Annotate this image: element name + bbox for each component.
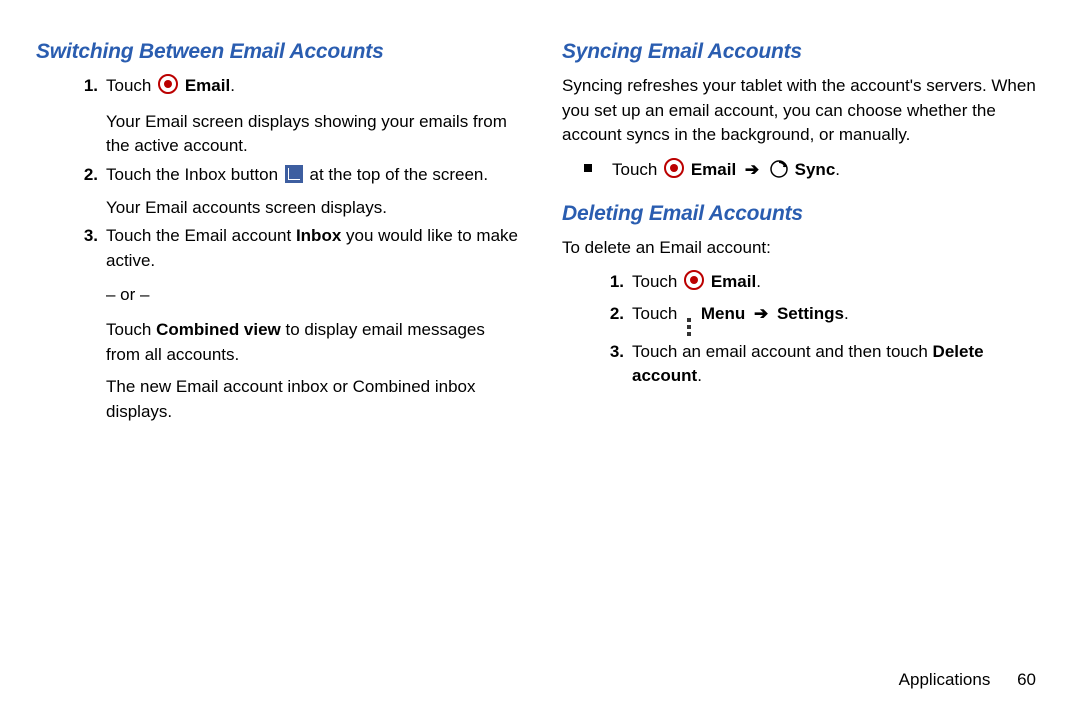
sync-icon bbox=[770, 160, 788, 186]
text: Touch bbox=[632, 304, 682, 323]
inbox-icon bbox=[285, 165, 303, 183]
footer-section: Applications bbox=[899, 670, 991, 689]
page-body: Switching Between Email Accounts 1. Touc… bbox=[0, 0, 1080, 640]
text: Touch bbox=[106, 320, 156, 339]
heading-syncing: Syncing Email Accounts bbox=[562, 40, 1044, 64]
arrow-icon: ➔ bbox=[745, 160, 759, 179]
step-num: 3. bbox=[36, 224, 106, 424]
text: Touch bbox=[106, 76, 156, 95]
delete-steps: 1. Touch Email. 2. Touch Menu bbox=[562, 270, 1044, 389]
period: . bbox=[844, 304, 849, 323]
text: Touch bbox=[632, 272, 682, 291]
heading-deleting: Deleting Email Accounts bbox=[562, 202, 1044, 226]
sync-bullet: Touch Email ➔ Sync. bbox=[584, 158, 1044, 186]
inbox-bold: Inbox bbox=[296, 226, 341, 245]
step-num: 2. bbox=[36, 163, 106, 220]
or-text: – or – bbox=[106, 283, 518, 308]
square-bullet-icon bbox=[584, 164, 592, 172]
text: Touch bbox=[612, 160, 662, 179]
step-1: 1. Touch Email. Your Email screen displa… bbox=[36, 74, 518, 159]
sync-label: Sync bbox=[795, 160, 836, 179]
email-icon bbox=[664, 158, 684, 186]
left-column: Switching Between Email Accounts 1. Touc… bbox=[36, 40, 540, 640]
text: at the top of the screen. bbox=[309, 165, 488, 184]
delete-intro: To delete an Email account: bbox=[562, 236, 1044, 261]
page-number: 60 bbox=[1017, 670, 1036, 690]
period: . bbox=[697, 366, 702, 385]
step-num: 1. bbox=[562, 270, 632, 298]
step-body: Touch Menu ➔ Settings. bbox=[632, 302, 1044, 336]
text: Touch the Inbox button bbox=[106, 165, 283, 184]
email-icon bbox=[684, 270, 704, 298]
step-body: Touch the Email account Inbox you would … bbox=[106, 224, 518, 424]
step-2: 2. Touch the Inbox button at the top of … bbox=[36, 163, 518, 220]
menu-label: Menu bbox=[701, 304, 745, 323]
combined-bold: Combined view bbox=[156, 320, 281, 339]
step-num: 3. bbox=[562, 340, 632, 389]
period: . bbox=[230, 76, 235, 95]
del-step-1: 1. Touch Email. bbox=[562, 270, 1044, 298]
email-label: Email bbox=[691, 160, 736, 179]
text: Touch an email account and then touch bbox=[632, 342, 933, 361]
email-label: Email bbox=[185, 76, 230, 95]
step-body: Touch Email. Your Email screen displays … bbox=[106, 74, 518, 159]
sync-paragraph: Syncing refreshes your tablet with the a… bbox=[562, 74, 1044, 148]
step-num: 1. bbox=[36, 74, 106, 159]
step-3: 3. Touch the Email account Inbox you wou… bbox=[36, 224, 518, 424]
right-column: Syncing Email Accounts Syncing refreshes… bbox=[540, 40, 1044, 640]
period: . bbox=[756, 272, 761, 291]
alt-combined: Touch Combined view to display email mes… bbox=[106, 318, 518, 367]
page-footer: Applications 60 bbox=[899, 670, 1036, 690]
period: . bbox=[835, 160, 840, 179]
switching-steps: 1. Touch Email. Your Email screen displa… bbox=[36, 74, 518, 425]
step3-result: The new Email account inbox or Combined … bbox=[106, 375, 518, 424]
step1-sub: Your Email screen displays showing your … bbox=[106, 110, 518, 159]
heading-switching: Switching Between Email Accounts bbox=[36, 40, 518, 64]
step-body: Touch Email. bbox=[632, 270, 1044, 298]
arrow-icon: ➔ bbox=[754, 304, 768, 323]
settings-label: Settings bbox=[777, 304, 844, 323]
step-body: Touch the Inbox button at the top of the… bbox=[106, 163, 518, 220]
menu-icon bbox=[684, 318, 694, 336]
email-label: Email bbox=[711, 272, 756, 291]
step-body: Touch an email account and then touch De… bbox=[632, 340, 1044, 389]
step2-sub: Your Email accounts screen displays. bbox=[106, 196, 518, 221]
del-step-2: 2. Touch Menu ➔ Settings. bbox=[562, 302, 1044, 336]
del-step-3: 3. Touch an email account and then touch… bbox=[562, 340, 1044, 389]
bullet-body: Touch Email ➔ Sync. bbox=[612, 158, 840, 186]
text: Touch the Email account bbox=[106, 226, 296, 245]
email-icon bbox=[158, 74, 178, 102]
step-num: 2. bbox=[562, 302, 632, 336]
